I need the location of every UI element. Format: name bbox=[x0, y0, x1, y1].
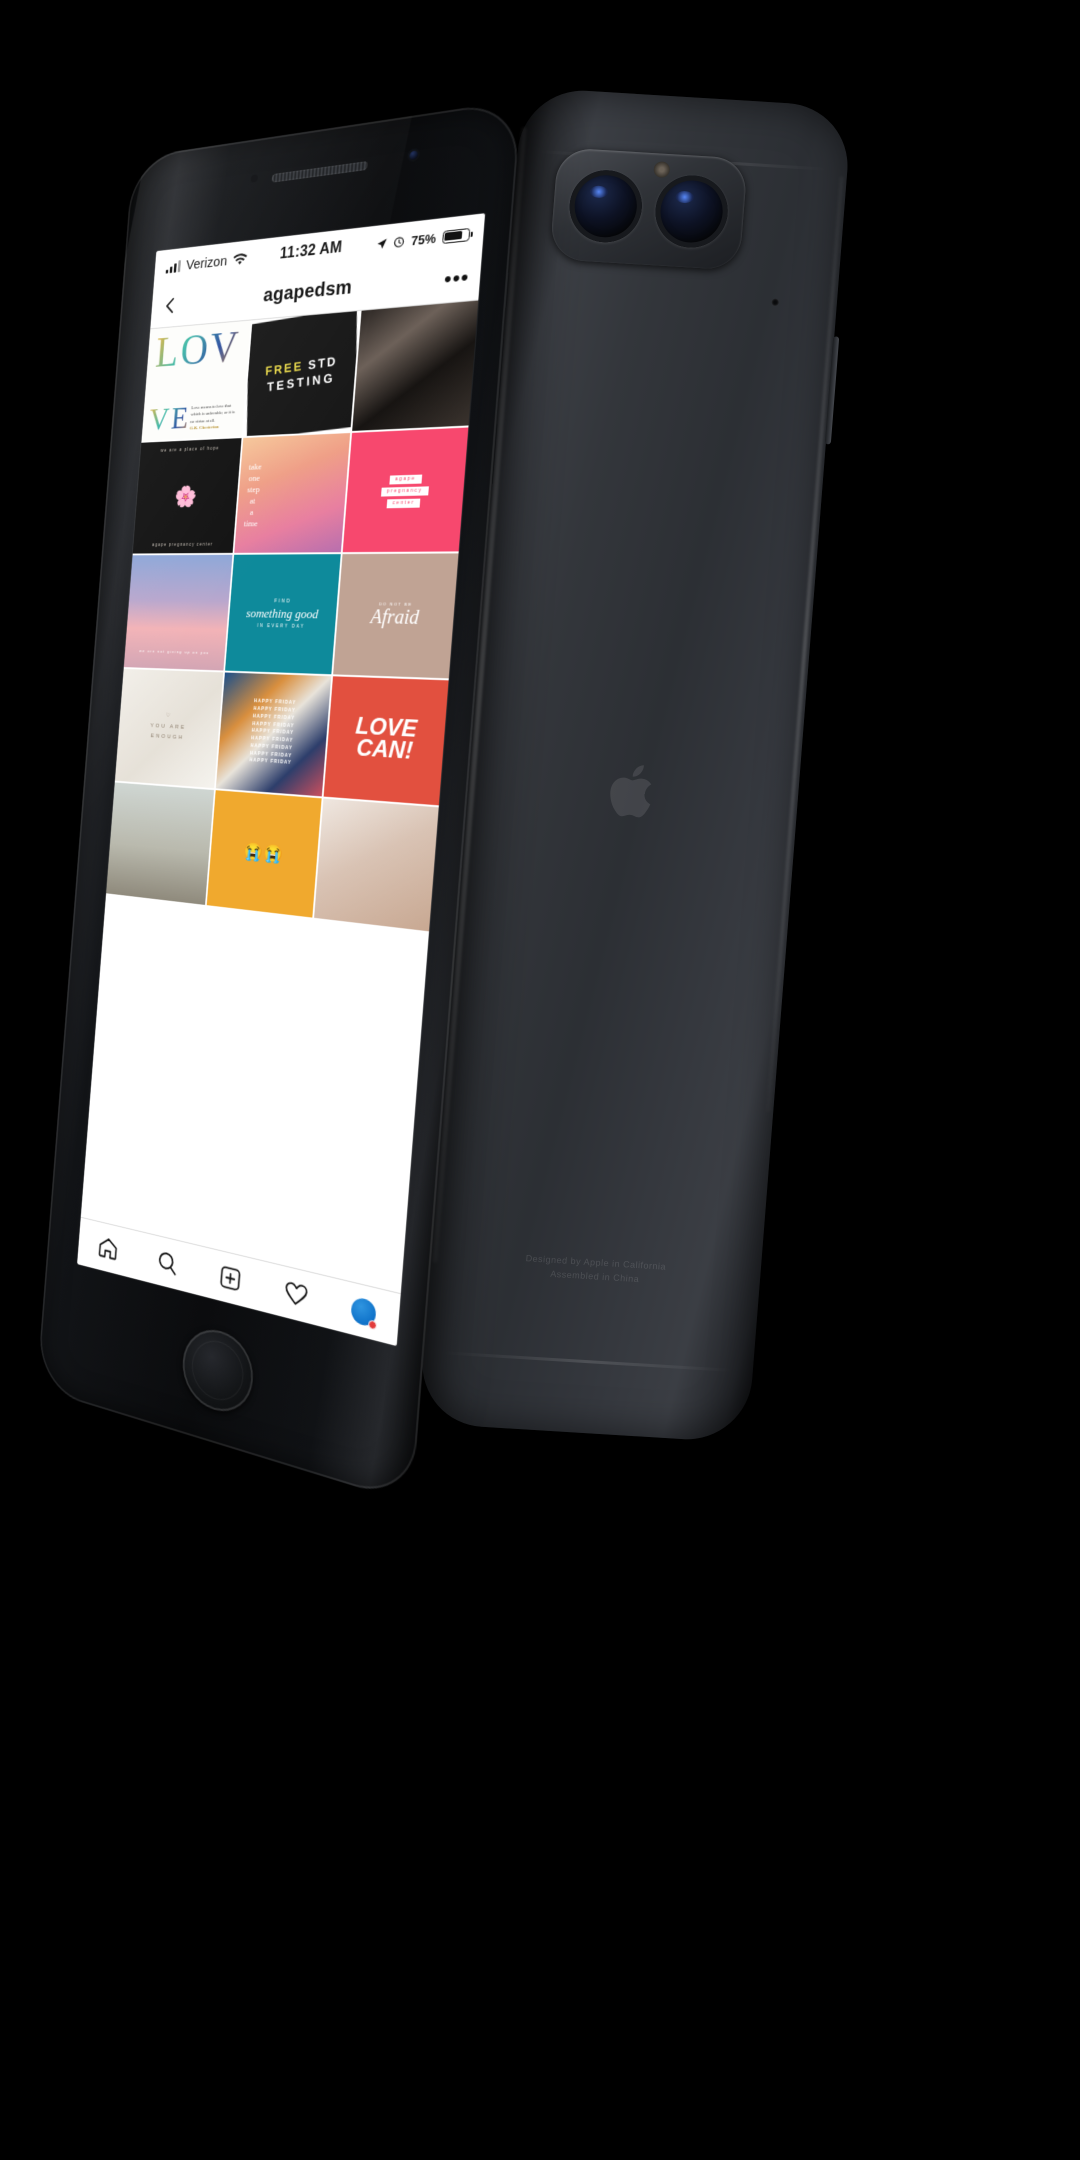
post-free-std-testing[interactable]: FREE STD TESTING bbox=[243, 310, 360, 436]
home-icon[interactable] bbox=[96, 1233, 119, 1263]
profile-photo-grid[interactable]: LOV VE Love means to love that which is … bbox=[80, 300, 479, 1294]
chevron-left-icon[interactable] bbox=[161, 294, 180, 316]
home-button[interactable] bbox=[179, 1321, 256, 1421]
carrier-label: Verizon bbox=[185, 252, 228, 273]
post-agape-center-pink[interactable]: agape pregnancy center bbox=[342, 427, 469, 553]
device-screen[interactable]: Verizon 11:32 AM 75% agapedsm ••• LOV VE… bbox=[77, 213, 486, 1347]
post-happy-friday[interactable]: HAPPY FRIDAY HAPPY FRIDAY HAPPY FRIDAY HAPP… bbox=[215, 672, 332, 797]
location-arrow-icon bbox=[377, 238, 387, 249]
post-love-watercolor[interactable]: LOV VE Love means to love that which is … bbox=[141, 320, 251, 441]
post-do-not-be-afraid[interactable]: DO NOT BE Afraid bbox=[333, 553, 459, 679]
clock-label: 11:32 AM bbox=[279, 239, 343, 263]
post-you-are-enough[interactable]: ♡ YOU ARE ENOUGH bbox=[114, 668, 223, 788]
heart-icon[interactable] bbox=[283, 1278, 309, 1311]
camera-flash-icon bbox=[653, 161, 671, 179]
alarm-clock-icon bbox=[393, 235, 405, 248]
search-icon[interactable] bbox=[156, 1248, 180, 1279]
proximity-sensor bbox=[250, 174, 258, 183]
post-dandelion[interactable] bbox=[106, 782, 214, 906]
earpiece-speaker bbox=[271, 161, 368, 183]
front-camera-icon bbox=[406, 147, 420, 163]
signal-bars-icon bbox=[165, 259, 182, 274]
post-orange-emoji[interactable]: 😭😭 bbox=[206, 789, 322, 918]
front-device-wrapper: Verizon 11:32 AM 75% agapedsm ••• LOV VE… bbox=[30, 99, 522, 1504]
post-bw-portrait[interactable] bbox=[352, 300, 479, 431]
post-love-can[interactable]: LOVE CAN! bbox=[323, 676, 449, 806]
plus-square-icon[interactable] bbox=[218, 1263, 243, 1295]
post-sunset-sky[interactable]: we are not giving up on you bbox=[123, 555, 233, 671]
dual-camera-bump bbox=[549, 147, 748, 271]
battery-icon bbox=[442, 227, 471, 244]
apple-logo-icon bbox=[610, 765, 652, 818]
avatar-icon[interactable] bbox=[350, 1295, 377, 1328]
battery-percent-label: 75% bbox=[410, 230, 437, 248]
wifi-icon bbox=[233, 252, 248, 265]
post-place-of-hope[interactable]: we are a place of hope 🌸 agape pregnancy… bbox=[132, 437, 242, 554]
scene-root: Designed by Apple in California Assemble… bbox=[0, 0, 1080, 2160]
post-find-something-good[interactable]: FIND something good IN EVERY DAY bbox=[224, 554, 342, 675]
engraving-line-2: Assembled in China bbox=[549, 1268, 640, 1284]
camera-lens-tele-icon bbox=[652, 173, 731, 250]
post-one-step-at-a-time[interactable]: take one step at a time bbox=[233, 432, 351, 554]
camera-lens-wide-icon bbox=[566, 168, 645, 245]
more-dots-icon[interactable]: ••• bbox=[433, 262, 482, 293]
post-baby-hand[interactable] bbox=[314, 798, 439, 932]
front-device-body: Verizon 11:32 AM 75% agapedsm ••• LOV VE… bbox=[36, 99, 522, 1504]
front-device: Verizon 11:32 AM 75% agapedsm ••• LOV VE… bbox=[36, 99, 522, 1504]
